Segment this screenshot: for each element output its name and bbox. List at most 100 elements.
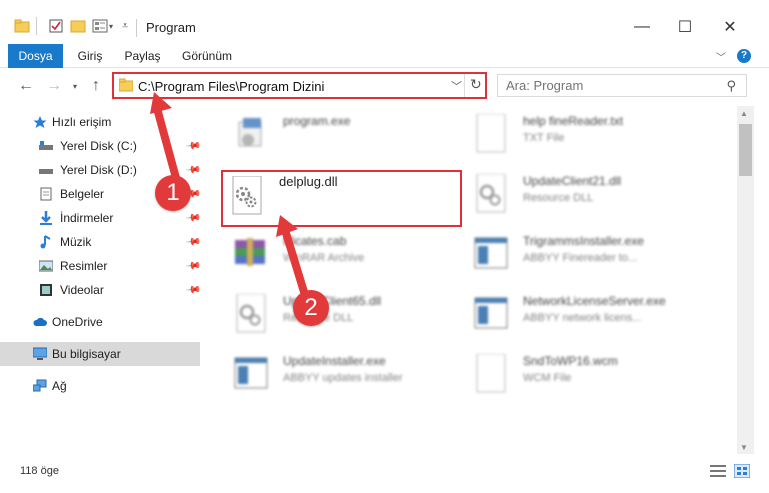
file-type: Resource DLL [523, 192, 594, 204]
text-file-icon [476, 354, 506, 393]
pin-icon[interactable]: 📌 [185, 234, 202, 250]
cloud-icon [33, 317, 47, 326]
sidebar-item-label: Resimler [60, 259, 108, 273]
sidebar-item-label: Hızlı erişim [52, 115, 112, 129]
list-item[interactable]: NetworkLicenseServer.exe ABBYY network l… [473, 290, 723, 340]
properties-icon[interactable] [48, 16, 64, 36]
pin-icon[interactable]: 📌 [185, 210, 202, 226]
list-item[interactable]: program.exe [233, 110, 483, 160]
drive-icon [39, 141, 53, 150]
computer-icon [33, 347, 47, 360]
sidebar-item-onedrive[interactable]: OneDrive [0, 310, 200, 334]
file-name: SndToWP16.wcm [523, 354, 618, 368]
sidebar-item-music[interactable]: Müzik 📌 [0, 230, 202, 254]
quick-access-toolbar [14, 16, 30, 36]
sidebar-item-videos[interactable]: Videolar 📌 [0, 278, 202, 302]
list-item[interactable]: UpdateInstaller.exe ABBYY updates instal… [233, 350, 483, 400]
music-icon [40, 235, 51, 249]
list-item[interactable]: UpdateClient21.dll Resource DLL [473, 170, 723, 220]
search-input[interactable] [506, 78, 706, 93]
download-icon [40, 211, 52, 225]
file-name: UpdateClient21.dll [523, 174, 622, 188]
file-name: TrigrammsInstaller.exe [523, 234, 644, 248]
title-bar: ▾ ⩡ Program — ☐ ✕ [0, 0, 769, 44]
file-name: program.exe [283, 114, 351, 128]
dll-gear-icon [236, 294, 266, 333]
app-icon [234, 357, 268, 389]
customize-toolbar-icon[interactable]: ⩡ [122, 16, 128, 36]
refresh-icon[interactable]: ↻ [470, 76, 482, 93]
program-icon [238, 118, 262, 147]
sidebar-item-this-pc[interactable]: Bu bilgisayar [0, 342, 200, 366]
window-title: Program [146, 20, 196, 35]
sidebar-item-label: Belgeler [60, 187, 105, 201]
vertical-scrollbar[interactable]: ▲ ▼ [737, 106, 754, 454]
scroll-up-icon[interactable]: ▲ [740, 109, 748, 118]
new-folder-icon[interactable] [70, 16, 86, 36]
file-type: ABBYY network licens... [523, 312, 642, 324]
star-icon [33, 116, 47, 128]
sidebar-item-network[interactable]: Ağ [0, 374, 200, 398]
search-icon[interactable]: ⚲ [726, 78, 736, 94]
pictures-icon [39, 260, 53, 272]
forward-arrow-icon[interactable]: → [46, 77, 62, 95]
file-type: TXT File [523, 132, 565, 144]
list-item[interactable]: TrigrammsInstaller.exe ABBYY Finereader … [473, 230, 723, 280]
title-divider [136, 19, 137, 37]
chevron-down-icon[interactable]: ▾ [109, 16, 113, 36]
minimize-button[interactable]: — [633, 18, 651, 36]
file-name: UpdateInstaller.exe [283, 354, 386, 368]
status-bar: 118 öge [0, 456, 769, 493]
maximize-button[interactable]: ☐ [676, 18, 694, 36]
video-icon [40, 284, 52, 296]
chevron-down-icon[interactable]: ﹀ [451, 78, 462, 94]
details-view-icon[interactable] [710, 464, 726, 478]
archive-icon [235, 238, 265, 266]
sidebar-item-label: Videolar [60, 283, 104, 297]
sidebar-item-pictures[interactable]: Resimler 📌 [0, 254, 202, 278]
sidebar-item-label: Yerel Disk (C:) [60, 139, 137, 153]
pin-icon[interactable]: 📌 [185, 258, 202, 274]
text-file-icon [476, 114, 506, 153]
tab-file[interactable]: Dosya [8, 44, 63, 68]
highlight-box [221, 170, 462, 227]
drive-icon [39, 169, 53, 174]
sidebar-item-label: Bu bilgisayar [52, 347, 121, 361]
documents-icon [40, 187, 52, 201]
sidebar-item-label: Yerel Disk (D:) [60, 163, 137, 177]
close-button[interactable]: ✕ [721, 18, 739, 36]
file-type: WCM File [523, 372, 572, 384]
search-box[interactable]: ⚲ [497, 74, 747, 97]
tab-share[interactable]: Paylaş [120, 44, 165, 68]
list-item[interactable]: SndToWP16.wcm WCM File [473, 350, 723, 400]
scroll-thumb[interactable] [739, 124, 752, 176]
ribbon-expand-icon[interactable]: ﹀ [716, 49, 726, 64]
file-type: ABBYY updates installer [283, 372, 403, 384]
step-1-callout: 1 [155, 175, 191, 211]
recent-locations-icon[interactable]: ▾ [73, 82, 77, 91]
folder-icon [119, 78, 133, 92]
tab-home[interactable]: Giriş [70, 44, 110, 68]
large-icons-view-icon[interactable] [734, 464, 750, 478]
ribbon-tabs: Dosya Giriş Paylaş Görünüm ﹀ ? [0, 44, 769, 68]
toolbar-divider [36, 17, 37, 35]
back-arrow-icon[interactable]: ← [18, 77, 34, 95]
tab-view[interactable]: Görünüm [178, 44, 236, 68]
file-name: help fineReader.txt [523, 114, 624, 128]
sidebar-item-label: Ağ [52, 379, 67, 393]
sidebar-item-label: OneDrive [52, 315, 103, 329]
sidebar-item-label: İndirmeler [60, 211, 114, 225]
network-icon [33, 379, 47, 392]
view-options-icon[interactable] [92, 16, 108, 36]
app-icon [474, 297, 508, 329]
up-arrow-icon[interactable]: ↑ [92, 77, 100, 95]
folder-icon[interactable] [14, 18, 30, 34]
help-icon[interactable]: ? [737, 49, 751, 63]
scroll-down-icon[interactable]: ▼ [740, 443, 748, 452]
list-item[interactable]: help fineReader.txt TXT File [473, 110, 723, 160]
step-2-callout: 2 [293, 290, 329, 326]
file-name: NetworkLicenseServer.exe [523, 294, 666, 308]
pin-icon[interactable]: 📌 [185, 282, 202, 298]
address-divider [464, 74, 465, 97]
app-icon [474, 237, 508, 269]
